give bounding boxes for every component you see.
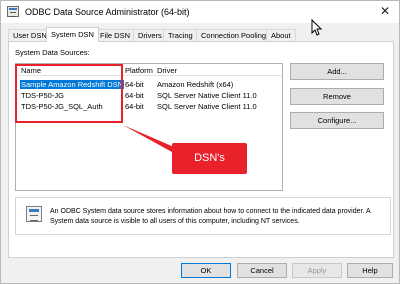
apply-button[interactable]: Apply — [292, 263, 342, 278]
tab-system-dsn[interactable]: System DSN — [46, 27, 99, 42]
title-bar: ODBC Data Source Administrator (64-bit) … — [1, 1, 399, 23]
info-panel: An ODBC System data source stores inform… — [15, 197, 391, 235]
window-title: ODBC Data Source Administrator (64-bit) — [25, 7, 190, 17]
cancel-button[interactable]: Cancel — [237, 263, 287, 278]
column-header-platform[interactable]: Platform — [125, 66, 153, 75]
configure-button[interactable]: Configure... — [290, 112, 384, 129]
column-header-driver[interactable]: Driver — [157, 66, 177, 75]
dsn-platform: 64-bit — [125, 80, 144, 89]
dsn-driver: SQL Server Native Client 11.0 — [157, 102, 257, 111]
add-button[interactable]: Add... — [290, 63, 384, 80]
dsn-highlight-box — [15, 64, 123, 123]
dsn-platform: 64-bit — [125, 91, 144, 100]
odbc-window: ODBC Data Source Administrator (64-bit) … — [0, 0, 400, 284]
remove-button[interactable]: Remove — [290, 88, 384, 105]
data-source-info-icon — [26, 206, 42, 222]
tab-tracing[interactable]: Tracing — [163, 29, 198, 41]
mouse-pointer-icon — [311, 19, 323, 36]
dsn-driver: SQL Server Native Client 11.0 — [157, 91, 257, 100]
help-button[interactable]: Help — [347, 263, 393, 278]
tab-drivers[interactable]: Drivers — [133, 29, 167, 41]
system-data-sources-label: System Data Sources: — [15, 48, 90, 57]
tab-about[interactable]: About — [266, 29, 296, 41]
dsn-callout-label: DSN's — [172, 143, 247, 174]
info-text: An ODBC System data source stores inform… — [50, 208, 371, 225]
dsn-driver: Amazon Redshift (x64) — [157, 80, 234, 89]
tab-connection-pooling[interactable]: Connection Pooling — [196, 29, 272, 41]
dsn-platform: 64-bit — [125, 102, 144, 111]
tab-file-dsn[interactable]: File DSN — [95, 29, 136, 41]
ok-button[interactable]: OK — [181, 263, 231, 278]
odbc-app-icon — [7, 6, 19, 17]
close-icon[interactable]: ✕ — [375, 2, 395, 21]
